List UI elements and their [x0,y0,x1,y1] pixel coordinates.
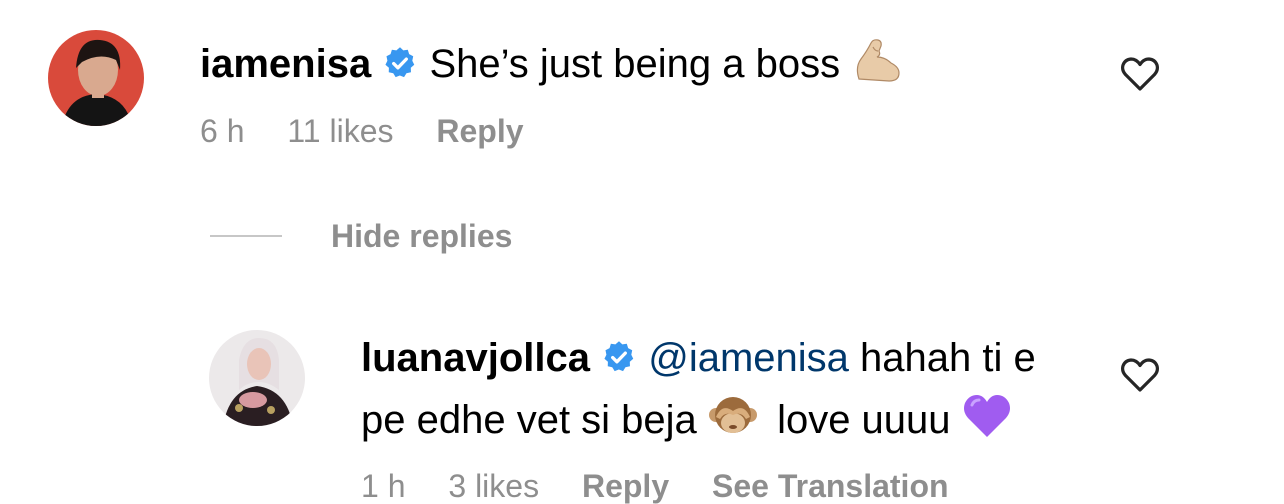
reply-body-line2b: love uuuu [777,398,951,442]
like-heart-icon[interactable] [1120,56,1160,92]
verified-badge-icon [604,341,634,372]
comment-username[interactable]: iamenisa [200,42,371,86]
reply-body-line2a: pe edhe vet si beja [361,398,697,442]
reply-button[interactable]: Reply [436,113,523,149]
reply-username[interactable]: luanavjollca [361,336,590,380]
reply-body-line1: hahah ti e [860,336,1036,380]
avatar-iamenisa[interactable] [48,30,144,126]
comment-time: 6 h [200,113,245,149]
reply-text-line-2: pe edhe vet si beja love uuuu [361,393,1012,440]
profile-photo [48,30,144,126]
reply-time: 1 h [361,468,406,504]
hide-replies-button[interactable]: Hide replies [331,220,512,252]
verified-badge-icon [385,47,415,78]
avatar-luanavjollca[interactable] [209,330,305,426]
hide-replies-label: Hide replies [331,218,513,254]
comment-text-line: iamenisa She’s just being a boss [200,37,903,84]
comment-body: She’s just being a boss [429,42,841,86]
see-no-evil-monkey-icon [708,397,757,433]
comment-likes[interactable]: 11 likes [287,113,393,149]
reply-button[interactable]: Reply [582,468,669,504]
purple-heart-icon [963,395,1010,437]
reply-meta: 1 h 3 likes Reply See Translation [361,470,949,502]
reply-likes[interactable]: 3 likes [448,468,539,504]
reply-text-line-1: luanavjollca @iamenisa hahah ti e [361,338,1036,378]
replies-divider-line [210,235,282,237]
mention-link[interactable]: @iamenisa [648,336,849,380]
comment-meta: 6 h 11 likes Reply [200,115,524,147]
flexed-biceps-icon [857,39,900,82]
like-heart-icon[interactable] [1120,357,1160,393]
see-translation-button[interactable]: See Translation [712,468,949,504]
profile-photo [209,330,305,426]
